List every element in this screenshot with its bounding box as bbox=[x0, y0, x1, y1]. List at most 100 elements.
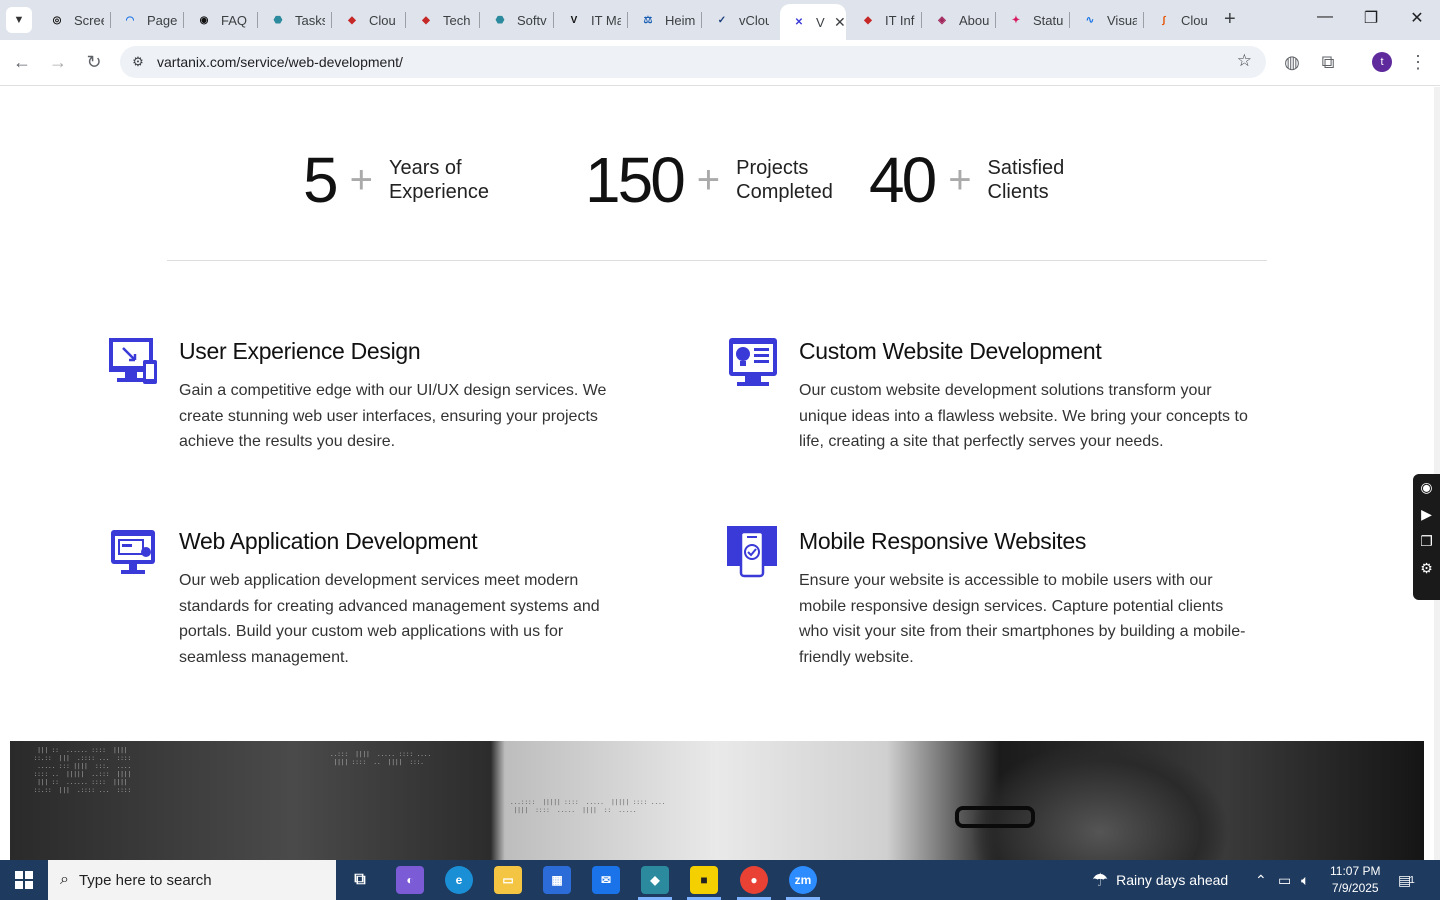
browser-tab[interactable]: ∿ Visua bbox=[1071, 6, 1141, 34]
edge-icon[interactable]: e bbox=[445, 866, 473, 894]
tab-separator bbox=[183, 12, 184, 28]
browser-tab[interactable]: V IT Ma bbox=[555, 6, 625, 34]
tab-title: Softv bbox=[517, 12, 547, 28]
minimize-button[interactable]: — bbox=[1310, 8, 1340, 26]
service-title: Web Application Development bbox=[179, 528, 478, 554]
start-button[interactable] bbox=[0, 860, 48, 900]
reload-icon[interactable]: ↻ bbox=[82, 50, 106, 74]
tab-favicon-icon: ⚖ bbox=[643, 14, 653, 26]
browser-tab[interactable]: ◈ Abou bbox=[923, 6, 993, 34]
tab-favicon-icon: ◉ bbox=[199, 14, 209, 26]
url-text[interactable]: vartanix.com/service/web-development/ bbox=[157, 54, 403, 70]
service-title: User Experience Design bbox=[179, 338, 421, 364]
browser-tab[interactable]: ◠ Page bbox=[111, 6, 181, 34]
developer-figure bbox=[970, 741, 1230, 860]
service-description: Our web application development services… bbox=[179, 572, 600, 666]
bookmark-star-icon[interactable]: ☆ bbox=[1237, 51, 1252, 71]
stat-years: 5 + Years of Experience bbox=[303, 145, 489, 215]
glasses-shape bbox=[955, 806, 1035, 828]
back-icon[interactable]: ← bbox=[10, 50, 34, 74]
close-tab-icon[interactable]: ✕ bbox=[834, 14, 846, 31]
show-hidden-icons[interactable]: ⌃ bbox=[1255, 860, 1267, 900]
browser-tab[interactable]: ✓ vClou bbox=[703, 6, 775, 34]
browser-tab[interactable]: ◆ Clou bbox=[333, 6, 403, 34]
extensions-icon[interactable]: ⧉ bbox=[1316, 50, 1340, 74]
mail-icon[interactable]: ✉ bbox=[592, 866, 620, 894]
restore-button[interactable]: ❐ bbox=[1356, 8, 1386, 28]
tab-title: Tech bbox=[443, 12, 471, 28]
tab-title: Visua bbox=[1107, 12, 1137, 28]
store-icon[interactable]: ▦ bbox=[543, 866, 571, 894]
camera-icon[interactable]: ◉ bbox=[1413, 474, 1440, 501]
stat-label: Projects Completed bbox=[736, 157, 833, 203]
tab-title: FAQ bbox=[221, 12, 248, 28]
windows-logo-icon bbox=[15, 871, 33, 889]
sticky-notes-icon[interactable]: ■ bbox=[690, 866, 718, 894]
tab-title: Scree bbox=[74, 12, 104, 28]
notifications-icon[interactable]: ▤ 1 bbox=[1398, 860, 1415, 900]
copilot-icon[interactable]: ◐ bbox=[396, 866, 424, 894]
stat-plus: + bbox=[948, 157, 972, 202]
browser-tab[interactable]: ⬣ Softv bbox=[481, 6, 551, 34]
file-explorer-icon[interactable]: ▭ bbox=[494, 866, 522, 894]
stat-plus: + bbox=[349, 157, 373, 202]
screen-capture-toolbar: ◉ ▶ ❐ ⚙ bbox=[1413, 474, 1440, 600]
network-icon[interactable]: ▭ bbox=[1278, 860, 1291, 900]
browser-tab[interactable]: ◆ Tech bbox=[407, 6, 477, 34]
weather-widget[interactable]: ☂ Rainy days ahead bbox=[1092, 860, 1228, 900]
web-page: 5 + Years of Experience 150 + Projects Com… bbox=[0, 87, 1434, 860]
profile-avatar[interactable]: t bbox=[1372, 52, 1392, 72]
browser-toolbar: ← → ↻ ⚙ vartanix.com/service/web-develop… bbox=[0, 40, 1440, 86]
browser-tab[interactable]: ◉ FAQ bbox=[185, 6, 255, 34]
tab-title: Page bbox=[147, 12, 177, 28]
vscode-like-icon[interactable]: ◆ bbox=[641, 866, 669, 894]
web-app-icon bbox=[111, 530, 155, 574]
close-window-button[interactable]: ✕ bbox=[1402, 8, 1432, 28]
task-view-icon[interactable]: ⧉ bbox=[346, 866, 374, 894]
stat-label: Years of Experience bbox=[388, 157, 490, 203]
tab-separator bbox=[405, 12, 406, 28]
tab-separator bbox=[627, 12, 628, 28]
tab-favicon-icon: ◈ bbox=[938, 14, 946, 26]
tab-separator bbox=[553, 12, 554, 28]
tab-favicon-icon: ✕ bbox=[794, 16, 804, 28]
browser-tab[interactable]: ◆ IT Inf bbox=[849, 6, 919, 34]
browser-tab[interactable]: ∫ Clou bbox=[1145, 6, 1215, 34]
tab-separator bbox=[701, 12, 702, 28]
tab-title: Clou bbox=[369, 12, 396, 28]
hero-image-developer: ||| :: ...... :::: |||| ::.:: ||| .:::: … bbox=[10, 741, 1424, 860]
browser-tab[interactable]: ⚖ Heim bbox=[629, 6, 699, 34]
tab-favicon-icon: ✦ bbox=[1011, 14, 1021, 26]
tab-title: IT Ma bbox=[591, 12, 621, 28]
address-bar[interactable]: ⚙ vartanix.com/service/web-development/ … bbox=[120, 46, 1266, 78]
browser-tab[interactable]: ◎ Scree bbox=[38, 6, 108, 34]
clock[interactable]: 11:07 PM 7/9/2025 bbox=[1330, 863, 1380, 897]
service-title: Custom Website Development bbox=[799, 338, 1102, 364]
browser-tab[interactable]: ⬣ Tasks bbox=[259, 6, 329, 34]
tab-separator bbox=[1069, 12, 1070, 28]
chrome-icon[interactable]: ● bbox=[740, 866, 768, 894]
site-info-icon[interactable]: ⚙ bbox=[128, 52, 148, 72]
browser-tab[interactable]: ✕ V ✕ bbox=[780, 4, 846, 40]
monitor-cursor-icon bbox=[109, 338, 157, 384]
tab-favicon-icon: ◆ bbox=[422, 14, 430, 26]
taskbar-search[interactable]: ⌕ Type here to search bbox=[48, 860, 336, 900]
stat-label: Satisfied Clients bbox=[987, 157, 1065, 203]
tab-separator bbox=[995, 12, 996, 28]
volume-icon[interactable]: 🔈︎ bbox=[1301, 860, 1309, 900]
browser-tab[interactable]: ✦ Statu bbox=[997, 6, 1067, 34]
video-icon[interactable]: ▶ bbox=[1413, 501, 1440, 528]
tab-separator bbox=[257, 12, 258, 28]
settings-gear-icon[interactable]: ⚙ bbox=[1413, 555, 1440, 582]
website-bulb-icon bbox=[729, 338, 777, 386]
translate-icon[interactable]: ◍ bbox=[1280, 50, 1304, 74]
tab-separator bbox=[921, 12, 922, 28]
menu-icon[interactable]: ⋮ bbox=[1406, 50, 1430, 74]
forward-icon[interactable]: → bbox=[46, 50, 70, 74]
new-tab-button[interactable]: + bbox=[1224, 8, 1236, 31]
window-icon[interactable]: ❐ bbox=[1413, 528, 1440, 555]
windows-taskbar: ⌕ Type here to search ⧉ ◐ e ▭ ▦ ✉ ◆ ■ ● … bbox=[0, 860, 1440, 900]
tab-search-button[interactable]: ▼ bbox=[6, 7, 32, 33]
zoom-icon[interactable]: zm bbox=[789, 866, 817, 894]
tab-favicon-icon: ∿ bbox=[1085, 14, 1095, 26]
